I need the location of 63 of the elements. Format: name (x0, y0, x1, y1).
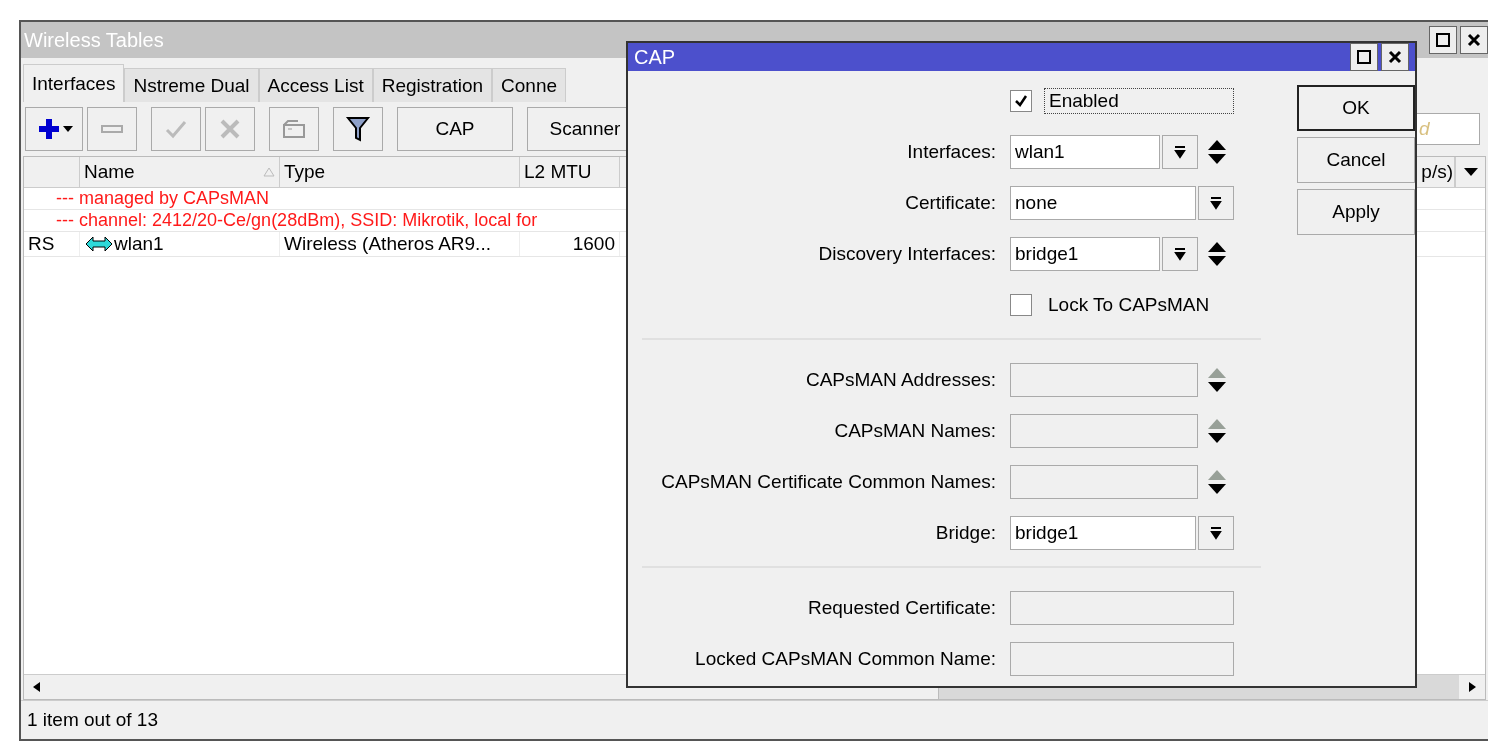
dropdown-icon (1173, 246, 1187, 261)
column-header[interactable]: Type (280, 157, 520, 187)
dropdown-icon (1173, 144, 1187, 159)
filter-icon (345, 115, 371, 143)
table-cell: wlan1 (114, 233, 164, 255)
left-arrow-icon (31, 681, 43, 693)
tab[interactable]: Registration (372, 68, 493, 102)
input-field[interactable]: none (1010, 185, 1196, 220)
dialog-button[interactable]: Apply (1297, 189, 1415, 235)
status-text: 1 item out of 13 (27, 709, 158, 731)
note-icon (280, 117, 308, 141)
field-label: CAPsMAN Addresses: (804, 368, 997, 391)
field-label: Certificate: (904, 191, 997, 214)
filter-button[interactable] (333, 107, 383, 151)
maximize-icon (1434, 31, 1452, 49)
maximize-button[interactable] (1429, 26, 1457, 54)
group-row-label: --- channel: 2412/20-Ce/gn(28dBm), SSID: Mikrotik, local for (56, 210, 538, 231)
tab[interactable]: Access List (258, 68, 373, 102)
right-arrow-icon (1466, 681, 1478, 693)
field-label: Locked CAPsMAN Common Name: (694, 647, 997, 670)
field-label: Interfaces: (906, 140, 997, 163)
field-label: CAPsMAN Certificate Common Names: (660, 470, 997, 493)
caret-icon (1462, 167, 1479, 177)
dialog-button[interactable]: Cancel (1297, 137, 1415, 183)
field-label: Discovery Interfaces: (817, 242, 997, 265)
field-label: Requested Certificate: (807, 596, 997, 619)
checkbox[interactable] (1010, 293, 1032, 316)
table-cell: RS (24, 232, 80, 256)
input-field[interactable]: wlan1 (1010, 134, 1160, 169)
checkbox[interactable] (1010, 89, 1032, 112)
field-label: Bridge: (934, 521, 997, 544)
double-arrow-icon (84, 235, 114, 253)
dropdown-button[interactable] (1162, 134, 1198, 169)
table-cell: Wireless (Atheros AR9... (280, 232, 520, 256)
dropdown-button[interactable] (1198, 515, 1234, 550)
dropdown-icon (1209, 195, 1223, 210)
maximize-button[interactable] (1350, 43, 1378, 71)
maximize-icon (1355, 48, 1373, 66)
sort-icon (263, 166, 275, 178)
close-button[interactable] (1381, 43, 1409, 71)
column-header[interactable]: L2 MTU (520, 157, 620, 187)
input-field[interactable]: bridge1 (1010, 236, 1160, 271)
add-button[interactable] (25, 107, 83, 151)
column-header[interactable]: Name (80, 157, 280, 187)
close-icon (1386, 48, 1404, 66)
dropdown-button[interactable] (1198, 185, 1234, 220)
checkbox-label[interactable]: Enabled (1044, 87, 1234, 114)
dialog-button[interactable]: OK (1297, 85, 1415, 131)
window-title: Wireless Tables (23, 28, 164, 52)
table-cell: 1600 (520, 232, 620, 256)
toolbar-button[interactable]: CAP (397, 107, 513, 151)
close-icon (1465, 31, 1483, 49)
group-row-label: --- managed by CAPsMAN (56, 188, 270, 209)
dropdown-icon (1209, 525, 1223, 540)
input-field[interactable]: bridge1 (1010, 515, 1196, 550)
tab[interactable]: Interfaces (23, 64, 125, 102)
field-label: CAPsMAN Names: (833, 419, 997, 442)
tab[interactable]: Nstreme Dual (124, 68, 259, 102)
close-button[interactable] (1460, 26, 1488, 54)
checkbox-label[interactable]: Lock To CAPsMAN (1044, 292, 1214, 317)
dropdown-button[interactable] (1162, 236, 1198, 271)
tab[interactable]: Conne (492, 68, 567, 102)
dialog-title: CAP (634, 45, 676, 69)
